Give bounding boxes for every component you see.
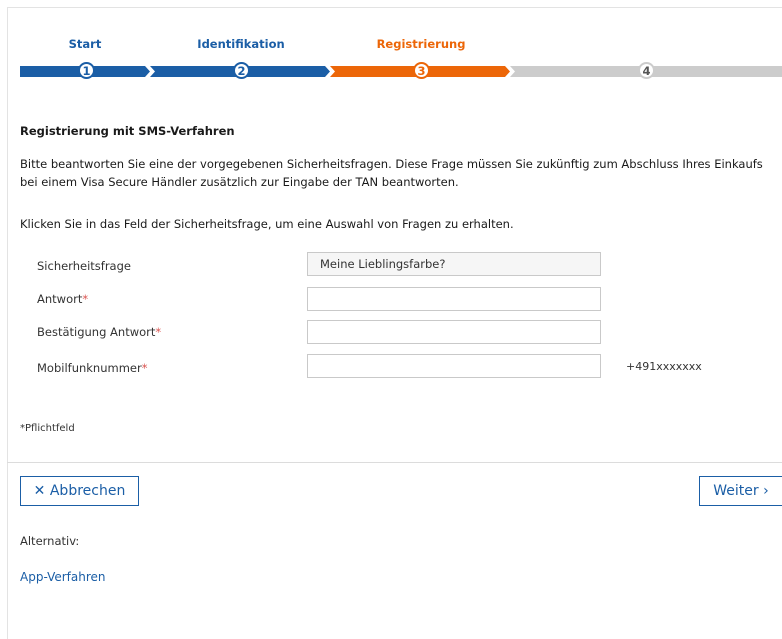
required-marker: * <box>82 292 89 306</box>
hint-text: Klicken Sie in das Feld der Sicherheitsf… <box>20 217 514 231</box>
mobile-number-field[interactable] <box>307 354 601 378</box>
step-number-1: 1 <box>78 62 95 79</box>
page-title: Registrierung mit SMS-Verfahren <box>20 124 235 138</box>
stepper-bar <box>20 66 782 77</box>
required-note: *Pflichtfeld <box>20 423 75 434</box>
step-number-3: 3 <box>413 62 430 79</box>
step-number-4: 4 <box>638 62 655 79</box>
alternative-label: Alternativ: <box>20 534 80 548</box>
cancel-button[interactable]: ✕ Abbrechen <box>20 476 139 506</box>
step-number-2: 2 <box>233 62 250 79</box>
security-question-select[interactable]: Meine Lieblingsfarbe? <box>307 252 601 276</box>
answer-label: Antwort* <box>37 292 89 306</box>
app-method-link[interactable]: App-Verfahren <box>20 570 106 584</box>
required-marker: * <box>141 361 148 375</box>
security-question-label: Sicherheitsfrage <box>37 259 131 273</box>
intro-text: Bitte beantworten Sie eine der vorgegebe… <box>20 157 763 189</box>
required-marker: * <box>155 325 162 339</box>
mobile-number-hint: +491xxxxxxx <box>626 360 702 373</box>
progress-stepper: Start Identifikation Registrierung 1 2 3… <box>0 0 782 90</box>
divider <box>7 462 782 463</box>
confirm-answer-field[interactable] <box>307 320 601 344</box>
next-button[interactable]: Weiter › <box>699 476 782 506</box>
mobile-number-label: Mobilfunknummer* <box>37 361 148 375</box>
answer-field[interactable] <box>307 287 601 311</box>
confirm-answer-label: Bestätigung Antwort* <box>37 325 162 339</box>
